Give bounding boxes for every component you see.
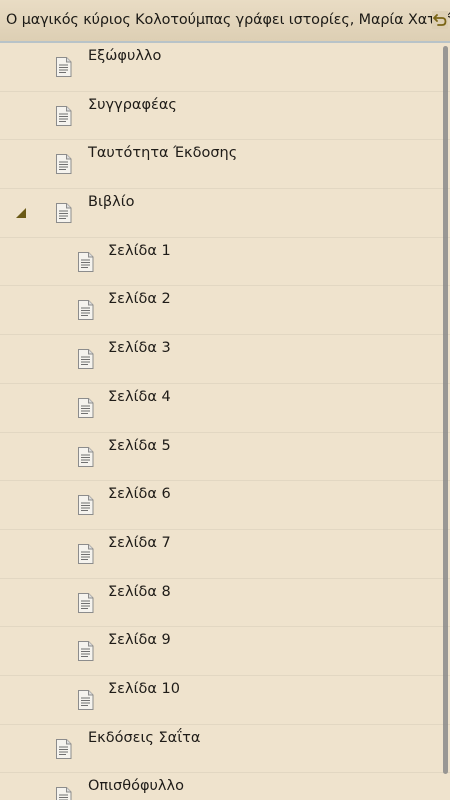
document-icon — [78, 397, 94, 418]
toc-item-page-7[interactable]: Σελίδα 7 — [0, 530, 450, 579]
toc-item-label: Σελίδα 7 — [108, 534, 171, 551]
toc-item-cover[interactable]: Εξώφυλλο — [0, 43, 450, 92]
toc-item-label: Σελίδα 10 — [108, 680, 180, 697]
toc-item-label: Οπισθόφυλλο — [88, 778, 184, 795]
toc-item-page-6[interactable]: Σελίδα 6 — [0, 481, 450, 530]
toc-item-page-4[interactable]: Σελίδα 4 — [0, 384, 450, 433]
toc-item-label: Σελίδα 6 — [108, 486, 171, 503]
toc-item-page-5[interactable]: Σελίδα 5 — [0, 433, 450, 482]
document-icon — [56, 57, 72, 77]
book-title: Ο μαγικός κύριος Κολοτούμπας γράφει ιστο… — [6, 12, 450, 28]
toc-item-label: Σελίδα 9 — [108, 632, 171, 649]
document-icon — [78, 446, 94, 467]
document-icon — [78, 689, 94, 710]
toc-item-publisher[interactable]: Εκδόσεις Σαΐτα — [0, 725, 450, 774]
toc-item-label: Βιβλίο — [88, 194, 135, 211]
document-icon — [78, 543, 94, 564]
document-icon — [56, 203, 72, 224]
document-icon — [56, 154, 72, 175]
toc-item-page-10[interactable]: Σελίδα 10 — [0, 676, 450, 725]
toc-item-label: Σελίδα 1 — [108, 242, 171, 259]
toc-item-label: Εξώφυλλο — [88, 48, 162, 64]
toc-item-book[interactable]: Βιβλίο — [0, 189, 450, 238]
back-button[interactable] — [432, 11, 448, 29]
document-icon — [78, 641, 94, 662]
toc-item-label: Σελίδα 4 — [108, 388, 171, 405]
toc-item-label: Ταυτότητα Έκδοσης — [88, 145, 238, 162]
document-icon — [56, 787, 72, 800]
document-icon — [78, 349, 94, 370]
toc-item-edition-info[interactable]: Ταυτότητα Έκδοσης — [0, 140, 450, 190]
toc-list: Εξώφυλλο Συγγραφέας Ταυτότητα Έκδοσης Βι… — [0, 43, 450, 800]
document-icon — [78, 592, 94, 613]
return-arrow-icon — [433, 14, 447, 26]
toc-item-page-3[interactable]: Σελίδα 3 — [0, 335, 450, 384]
toc-item-author[interactable]: Συγγραφέας — [0, 92, 450, 141]
document-icon — [56, 738, 72, 759]
toc-item-label: Σελίδα 2 — [108, 291, 171, 308]
toc-item-label: Σελίδα 5 — [108, 437, 171, 454]
document-icon — [78, 300, 94, 321]
toc-item-label: Σελίδα 3 — [108, 340, 171, 357]
toc-item-label: Συγγραφέας — [88, 96, 177, 113]
toc-item-back-cover[interactable]: Οπισθόφυλλο — [0, 773, 450, 800]
document-icon — [78, 251, 94, 272]
header-bar: Ο μαγικός κύριος Κολοτούμπας γράφει ιστο… — [0, 0, 450, 43]
scrollbar[interactable] — [443, 46, 448, 774]
document-icon — [56, 105, 72, 126]
toc-item-page-2[interactable]: Σελίδα 2 — [0, 286, 450, 336]
toc-item-page-9[interactable]: Σελίδα 9 — [0, 627, 450, 676]
document-icon — [78, 495, 94, 516]
toc-item-page-1[interactable]: Σελίδα 1 — [0, 238, 450, 287]
toc-item-label: Εκδόσεις Σαΐτα — [88, 729, 201, 746]
expand-triangle-icon[interactable] — [15, 207, 27, 219]
toc-item-label: Σελίδα 8 — [108, 583, 171, 600]
toc-item-page-8[interactable]: Σελίδα 8 — [0, 579, 450, 628]
